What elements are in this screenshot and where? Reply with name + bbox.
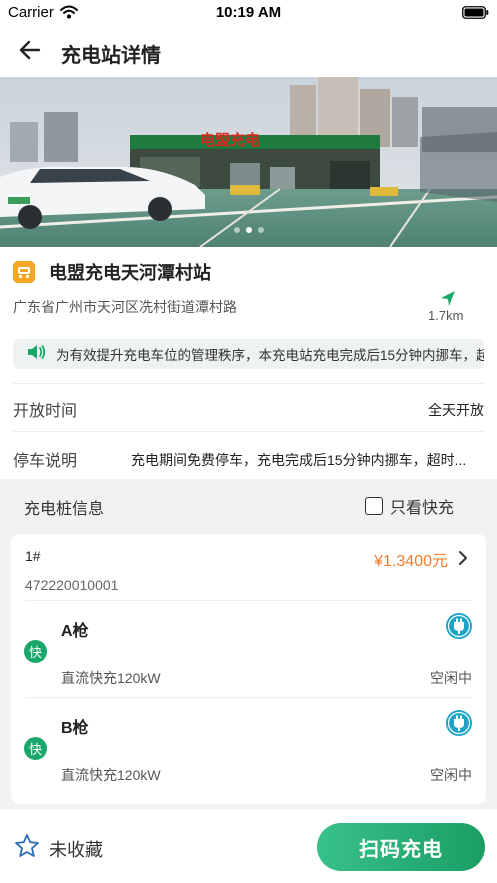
gun-item-b[interactable]: B枪 快 直流快充120kW 空闲中: [11, 697, 486, 793]
open-hours-value: 全天开放: [428, 402, 484, 418]
chevron-right-icon[interactable]: [458, 550, 468, 571]
fast-charge-filter-label: 只看快充: [390, 500, 455, 517]
nav-bar: 充电站详情: [0, 26, 497, 76]
parking-label: 停车说明: [13, 453, 78, 470]
fast-charge-filter[interactable]: 只看快充: [365, 494, 454, 518]
station-sign-text: 电盟充电: [200, 131, 260, 149]
favorite-label: 未收藏: [49, 839, 103, 860]
gun-spec: 直流快充120kW: [61, 670, 161, 686]
divider: [13, 431, 484, 432]
battery-icon: [462, 6, 489, 24]
parking-row[interactable]: 停车说明 充电期间免费停车，充电完成后15分钟内挪车，超时...: [13, 445, 484, 470]
carousel-indicator: [0, 227, 497, 233]
pile-price[interactable]: ¥1.3400元: [374, 547, 448, 571]
pile-card[interactable]: 1# ¥1.3400元 472220010001 A枪 快 直流快充120kW …: [11, 534, 486, 804]
carousel-dot-active: [245, 227, 252, 233]
gun-status: 空闲中: [430, 767, 472, 783]
parking-value: 充电期间免费停车，充电完成后15分钟内挪车，超时...: [131, 452, 467, 468]
station-distance: 1.7km: [428, 308, 464, 323]
station-address: 广东省广州市天河区冼村街道潭村路: [13, 299, 237, 315]
plug-status-icon: [445, 709, 473, 742]
gun-name: B枪: [61, 720, 89, 737]
station-photo: 电盟充电: [0, 77, 497, 247]
notice-banner: 为有效提升充电车位的管理秩序，本充电站充电完成后15分钟内挪车，超时将收取占位费: [13, 339, 484, 369]
station-photo-carousel[interactable]: 电盟充电: [0, 77, 497, 247]
star-outline-icon: [14, 833, 40, 864]
back-button[interactable]: [14, 36, 46, 68]
pile-number: 1#: [25, 548, 41, 564]
favorite-button[interactable]: 未收藏: [14, 833, 103, 864]
arrow-left-icon: [19, 40, 41, 65]
divider: [13, 383, 484, 384]
bottom-action-bar: 未收藏 扫码充电: [0, 808, 497, 883]
fast-charge-checkbox[interactable]: [365, 497, 383, 515]
fast-charge-badge: 快: [24, 640, 47, 663]
pile-section: 充电桩信息 只看快充 1# ¥1.3400元 472220010001 A枪 快: [0, 479, 497, 808]
station-header: 电盟充电天河潭村站: [13, 260, 211, 284]
carousel-dot: [233, 227, 240, 233]
open-hours-label: 开放时间: [13, 403, 78, 420]
page-title: 充电站详情: [61, 45, 161, 67]
gun-item-a[interactable]: A枪 快 直流快充120kW 空闲中: [11, 600, 486, 696]
status-bar: Carrier 10:19 AM: [0, 0, 497, 26]
pile-serial: 472220010001: [25, 577, 119, 593]
station-icon: [13, 261, 35, 283]
pile-section-title: 充电桩信息: [24, 501, 105, 518]
gun-spec: 直流快充120kW: [61, 767, 161, 783]
gun-name: A枪: [61, 623, 89, 640]
status-time: 10:19 AM: [215, 4, 282, 21]
plug-status-icon: [445, 612, 473, 645]
fast-charge-badge: 快: [24, 737, 47, 760]
carousel-dot: [257, 227, 264, 233]
gun-status: 空闲中: [430, 670, 472, 686]
scan-to-charge-button[interactable]: 扫码充电: [317, 823, 485, 871]
station-name: 电盟充电天河潭村站: [49, 263, 211, 283]
open-hours-row: 开放时间 全天开放: [13, 395, 484, 420]
notice-text: 为有效提升充电车位的管理秩序，本充电站充电完成后15分钟内挪车，超时将收取占位费: [56, 348, 484, 363]
speaker-icon: [26, 343, 46, 366]
